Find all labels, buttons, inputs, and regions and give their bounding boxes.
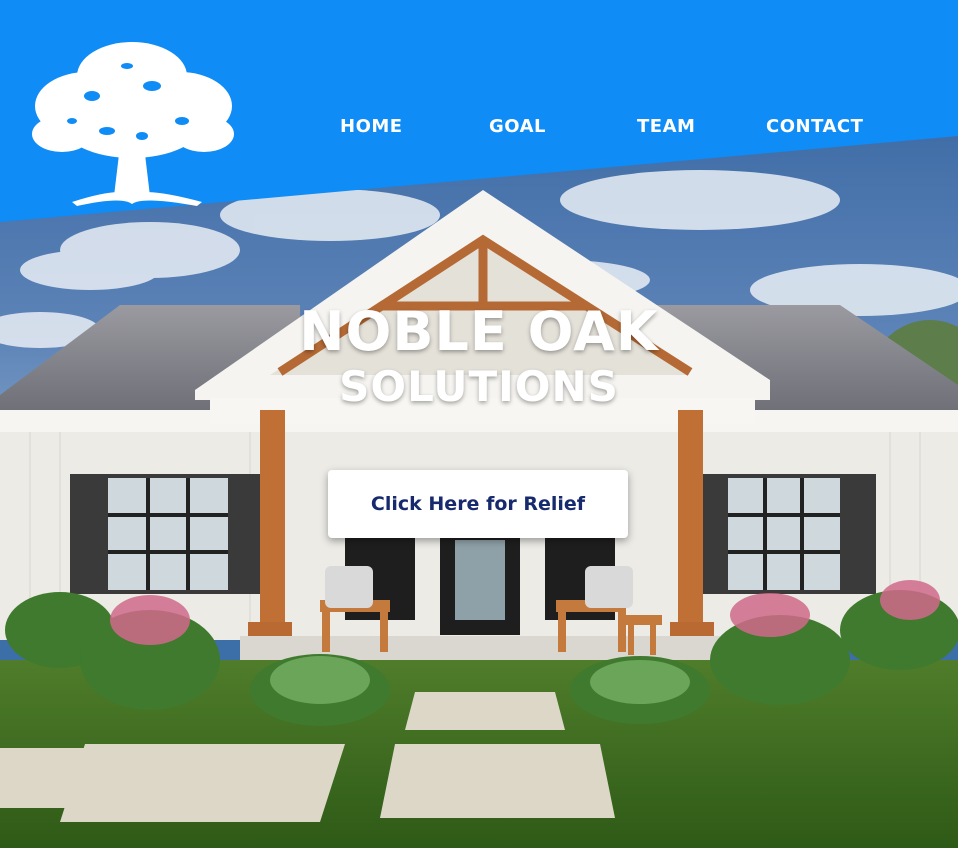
main-nav: HOME GOAL TEAM CONTACT: [300, 116, 900, 146]
oak-tree-icon[interactable]: [32, 36, 234, 208]
header: HOME GOAL TEAM CONTACT: [0, 0, 958, 230]
relief-cta-button[interactable]: Click Here for Relief: [328, 470, 628, 538]
hero-title: NOBLE OAK: [299, 300, 659, 363]
nav-team-link[interactable]: TEAM: [637, 116, 695, 137]
nav-goal-link[interactable]: GOAL: [489, 116, 546, 137]
hero-subtitle: SOLUTIONS: [339, 362, 619, 411]
nav-contact-link[interactable]: CONTACT: [766, 116, 863, 137]
nav-home-link[interactable]: HOME: [340, 116, 403, 137]
